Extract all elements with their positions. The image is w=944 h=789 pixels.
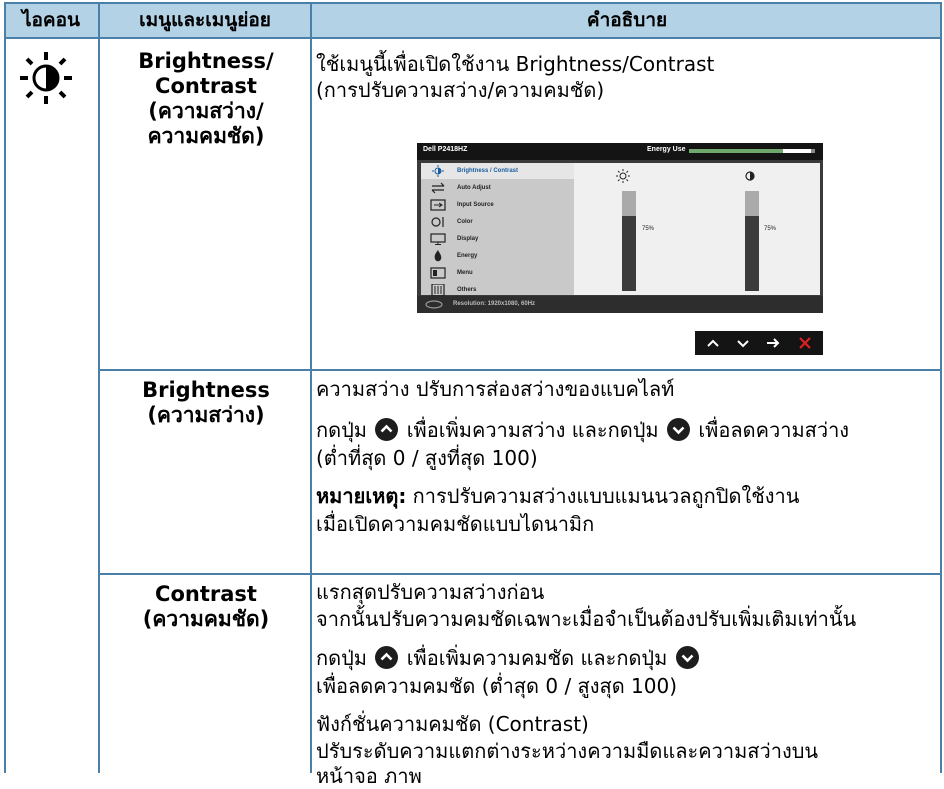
row3-desc-line3: กดปุ่ม เพื่อเพิ่มความคมชัด และกดปุ่ม xyxy=(316,646,701,671)
osd-item-brightness-contrast[interactable]: Brightness / Contrast xyxy=(421,163,574,179)
menu-line: (ความคมชัด) xyxy=(142,607,270,631)
row3-desc-line1: แรกสุดปรับความสว่างก่อน xyxy=(316,580,545,604)
row1-desc-line2: (การปรับความสว่าง/ความคมชัด) xyxy=(316,78,605,102)
row-divider xyxy=(4,37,942,39)
menu-contrast: Contrast (ความคมชัด) xyxy=(100,582,312,632)
note-label: หมายเหตุ: xyxy=(316,484,407,508)
osd-item-display[interactable]: Display xyxy=(421,231,574,247)
osd-footer: Resolution: 1920x1080, 60Hz xyxy=(417,296,823,313)
osd-menu: Brightness / Contrast Auto Adjust Input … xyxy=(421,163,574,296)
resolution-icon xyxy=(425,300,443,309)
osd-item-label: Display xyxy=(457,236,479,242)
osd-item-label: Auto Adjust xyxy=(457,185,491,191)
down-icon[interactable] xyxy=(729,331,757,355)
osd-item-menu[interactable]: Menu xyxy=(421,265,574,281)
row3-desc-line2: จากนั้นปรับความคมชัดเฉพาะเมื่อจำเป็นต้อง… xyxy=(316,607,857,631)
osd-model: Dell P2418HZ xyxy=(423,146,468,153)
energy-use-marker xyxy=(783,149,811,153)
menu-line: Brightness/ xyxy=(138,49,274,73)
row2-desc-line2: กดปุ่ม เพื่อเพิ่มความสว่าง และกดปุ่ม เพื… xyxy=(316,418,849,443)
row3-desc-line4: เพื่อลดความคมชัด (ต่ำสุด 0 / สูงสุด 100) xyxy=(316,674,678,698)
osd-nav-bar xyxy=(695,331,823,355)
text: เพื่อลดความสว่าง xyxy=(698,418,850,442)
brightness-value: 75% xyxy=(642,226,655,232)
osd-item-color[interactable]: Color xyxy=(421,214,574,230)
osd-resolution: Resolution: 1920x1080, 60Hz xyxy=(453,301,536,307)
header-desc-col: คำอธิบาย xyxy=(586,9,668,31)
menu-icon xyxy=(430,267,446,279)
row-divider xyxy=(98,573,942,575)
row1-desc-line1: ใช้เมนูนี้เพื่อเปิดใช้งาน Brightness/Con… xyxy=(316,52,715,76)
color-icon xyxy=(431,217,444,227)
header-icon-col: ไอคอน xyxy=(21,9,81,31)
osd-top-bar: Dell P2418HZ Energy Use xyxy=(417,143,823,160)
text: กดปุ่ม xyxy=(316,418,367,442)
header-menu-col: เมนูและเมนูย่อย xyxy=(139,9,271,31)
down-button-icon xyxy=(666,418,690,441)
row-divider xyxy=(4,2,942,4)
osd-adjust-panel: 75% 75% xyxy=(574,163,820,295)
brightness-small-icon xyxy=(616,169,630,183)
menu-brightness-contrast: Brightness/ Contrast (ความสว่าง/ ความคมช… xyxy=(100,49,312,149)
close-icon[interactable] xyxy=(791,331,819,355)
row2-desc-line1: ความสว่าง ปรับการส่องสว่างของแบคไลท์ xyxy=(316,377,675,401)
auto-adjust-icon xyxy=(431,182,445,194)
brightness-icon xyxy=(432,165,444,177)
table-border xyxy=(4,2,6,773)
osd-item-label: Brightness / Contrast xyxy=(457,168,519,174)
right-arrow-icon[interactable] xyxy=(759,331,787,355)
osd-item-label: Others xyxy=(457,287,477,293)
energy-icon xyxy=(434,250,442,262)
input-source-icon xyxy=(430,199,446,211)
osd-item-energy[interactable]: Energy xyxy=(421,248,574,264)
contrast-value: 75% xyxy=(764,226,777,232)
osd-item-label: Menu xyxy=(457,270,473,276)
up-button-icon xyxy=(375,646,399,669)
osd-item-label: Color xyxy=(457,219,473,225)
menu-line: (ความสว่าง) xyxy=(147,403,265,427)
up-button-icon xyxy=(375,418,399,441)
others-icon xyxy=(431,284,445,296)
energy-use-bar xyxy=(689,149,815,153)
menu-line: Brightness xyxy=(142,378,270,402)
menu-line: Contrast xyxy=(155,74,257,98)
table-border xyxy=(940,2,942,773)
text: เพื่อเพิ่มความคมชัด และกดปุ่ม xyxy=(406,646,668,670)
sun-contrast-icon xyxy=(20,52,72,104)
row3-desc-line5: ฟังก์ชั่นความคมชัด (Contrast) xyxy=(316,712,589,736)
menu-line: (ความสว่าง/ xyxy=(148,99,264,123)
down-button-icon xyxy=(675,646,699,669)
row3-desc-line6: ปรับระดับความแตกต่างระหว่างความมืดและควา… xyxy=(316,739,819,763)
up-icon[interactable] xyxy=(699,331,727,355)
row2-note-line2: เมื่อเปิดความคมชัดแบบไดนามิก xyxy=(316,512,595,536)
energy-use-fill xyxy=(689,149,784,153)
osd-item-label: Input Source xyxy=(457,202,494,208)
display-icon xyxy=(430,233,446,245)
osd-screenshot: Dell P2418HZ Energy Use Brightness / Con… xyxy=(417,143,823,313)
menu-line: ความคมชัด) xyxy=(147,124,265,148)
contrast-slider[interactable] xyxy=(745,191,759,291)
menu-brightness: Brightness (ความสว่าง) xyxy=(100,378,312,428)
osd-item-label: Energy xyxy=(457,253,478,259)
row2-note: หมายเหตุ: การปรับความสว่างแบบแมนนวลถูกปิ… xyxy=(316,484,799,509)
brightness-slider[interactable] xyxy=(622,191,636,291)
osd-item-input-source[interactable]: Input Source xyxy=(421,197,574,213)
osd-item-auto-adjust[interactable]: Auto Adjust xyxy=(421,180,574,196)
row3-desc-line7: หน้าจอ ภาพ xyxy=(316,764,422,788)
text: กดปุ่ม xyxy=(316,646,367,670)
row-divider xyxy=(98,369,942,371)
text: เพื่อเพิ่มความสว่าง และกดปุ่ม xyxy=(406,418,659,442)
contrast-small-icon xyxy=(745,171,755,181)
osd-energy-label: Energy Use xyxy=(647,146,686,153)
brightness-slider-fill xyxy=(622,216,636,291)
contrast-slider-fill xyxy=(745,216,759,291)
row2-desc-line3: (ต่ำที่สุด 0 / สูงที่สุด 100) xyxy=(316,446,538,470)
note-text: การปรับความสว่างแบบแมนนวลถูกปิดใช้งาน xyxy=(406,484,800,508)
menu-line: Contrast xyxy=(155,582,257,606)
